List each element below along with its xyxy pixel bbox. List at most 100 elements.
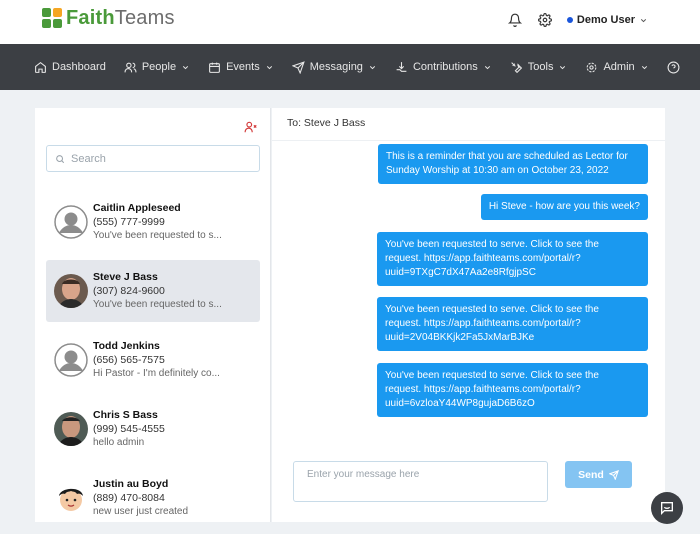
top-header: FaithTeams Demo User: [0, 0, 700, 44]
nav-label: Contributions: [412, 61, 478, 73]
send-label: Send: [578, 468, 604, 481]
search-box[interactable]: [46, 145, 260, 172]
faithteams-logo[interactable]: FaithTeams: [42, 6, 175, 30]
contact-preview: hello admin: [93, 437, 145, 448]
cartoon-avatar: [54, 481, 88, 515]
chevron-down-icon: [369, 65, 376, 69]
nav-admin[interactable]: Admin: [585, 61, 648, 74]
chat-widget-button[interactable]: [651, 492, 683, 524]
contact-name: Caitlin Appleseed: [93, 202, 181, 214]
nav-label: People: [141, 61, 177, 73]
message-line: Sunday Worship at 10:30 am on October 23…: [386, 165, 609, 176]
chevron-down-icon: [266, 65, 272, 69]
search-icon: [56, 154, 65, 163]
header-actions: Demo User: [507, 10, 648, 30]
help-circle-icon: [667, 61, 680, 73]
contact-phone: (307) 824-9600: [93, 285, 165, 297]
contact-info: Todd Jenkins (656) 565-7575 Hi Pastor - …: [93, 339, 253, 381]
send-button[interactable]: Send: [565, 461, 632, 488]
message-line: You've been requested to serve. Click to…: [385, 239, 599, 250]
message-line: uuid=2V04BKKjk2Fa5JxMarBJKe: [385, 332, 535, 343]
default-avatar: [54, 205, 88, 239]
message-line: request. https://app.faithteams.com/port…: [385, 253, 581, 264]
people-icon: [124, 62, 137, 72]
contact-info: Caitlin Appleseed (555) 777-9999 You've …: [93, 201, 253, 243]
contact-list-panel: Caitlin Appleseed (555) 777-9999 You've …: [35, 108, 271, 522]
nav-people[interactable]: People: [124, 61, 190, 74]
contact-phone: (656) 565-7575: [93, 354, 165, 366]
user-menu[interactable]: Demo User: [566, 14, 648, 26]
nav-label: Messaging: [309, 61, 363, 73]
chevron-down-icon: [641, 65, 647, 69]
contact-phone: (999) 545-4555: [93, 423, 165, 435]
home-icon: [35, 61, 46, 73]
default-avatar: [54, 343, 88, 377]
send-icon: [291, 60, 305, 74]
message-line: request. https://app.faithteams.com/port…: [385, 384, 581, 395]
chat-bubble-icon: [661, 502, 673, 515]
calendar-icon: [209, 62, 221, 73]
message-line: request. https://app.faithteams.com/port…: [385, 318, 581, 329]
nav-help[interactable]: [667, 61, 680, 74]
message-line: Hi Steve - how are you this week?: [488, 201, 640, 212]
conversation-panel: To: Steve J Bass This is a reminder that…: [272, 108, 665, 522]
nav-tools[interactable]: Tools: [510, 61, 568, 74]
chevron-down-icon: [640, 18, 647, 22]
nav-messaging[interactable]: Messaging: [291, 60, 377, 74]
message-line: This is a reminder that you are schedule…: [386, 151, 628, 162]
contact-item[interactable]: Justin au Boyd (889) 470-8084 new user j…: [46, 467, 260, 529]
nav-events[interactable]: Events: [208, 61, 274, 74]
contact-name: Justin au Boyd: [93, 478, 169, 490]
paper-plane-icon: [608, 469, 619, 480]
message-bubble: You've been requested to serve. Click to…: [377, 297, 648, 351]
remove-user-icon[interactable]: [244, 120, 258, 139]
nav-dashboard[interactable]: Dashboard: [34, 61, 106, 74]
gear-icon: [587, 62, 597, 72]
contact-name: Todd Jenkins: [93, 340, 160, 352]
contact-item[interactable]: Caitlin Appleseed (555) 777-9999 You've …: [46, 191, 260, 253]
photo-avatar: [54, 274, 88, 308]
chevron-down-icon: [560, 65, 566, 69]
nav-label: Tools: [527, 61, 554, 73]
main-nav: Dashboard People Events Messaging Contri…: [0, 44, 700, 90]
contact-phone: (889) 470-8084: [93, 492, 165, 504]
message-line: uuid=6vzloaY44WP8gujaD6B6zO: [385, 398, 535, 409]
contact-preview: new user just created: [93, 506, 189, 517]
bell-icon[interactable]: [507, 12, 523, 28]
contact-phone: (555) 777-9999: [93, 216, 165, 228]
contact-info: Justin au Boyd (889) 470-8084 new user j…: [93, 477, 253, 519]
nav-label: Admin: [603, 61, 635, 73]
divider: [272, 140, 665, 141]
chevron-down-icon: [484, 65, 490, 69]
message-bubble: Hi Steve - how are you this week?: [480, 194, 648, 220]
recipient-label: To: Steve J Bass: [287, 117, 366, 129]
message-bubble: You've been requested to serve. Click to…: [377, 232, 648, 286]
hand-coins-icon: [396, 61, 407, 72]
chevron-down-icon: [183, 65, 189, 69]
nav-label: Events: [226, 61, 260, 73]
contact-preview: You've been requested to s...: [93, 299, 222, 310]
nav-contributions[interactable]: Contributions: [395, 61, 492, 74]
contact-item[interactable]: Todd Jenkins (656) 565-7575 Hi Pastor - …: [46, 329, 260, 391]
user-name: Demo User: [576, 14, 635, 26]
contact-info: Steve J Bass (307) 824-9600 You've been …: [93, 270, 253, 312]
message-input[interactable]: [293, 461, 548, 502]
nav-label: Dashboard: [52, 61, 106, 73]
contact-name: Steve J Bass: [93, 271, 158, 283]
tools-icon: [511, 61, 522, 73]
message-line: uuid=9TXgC7dX47Aa2e8RfgjpSC: [385, 267, 536, 278]
message-bubble: This is a reminder that you are schedule…: [378, 144, 648, 184]
message-line: You've been requested to serve. Click to…: [385, 370, 599, 381]
logo-mark-icon: [42, 8, 62, 28]
contact-item-active[interactable]: Steve J Bass (307) 824-9600 You've been …: [46, 260, 260, 322]
contact-preview: Hi Pastor - I'm definitely co...: [93, 368, 220, 379]
online-status-dot: [566, 17, 573, 23]
contact-name: Chris S Bass: [93, 409, 158, 421]
contact-preview: You've been requested to s...: [93, 230, 222, 241]
contact-info: Chris S Bass (999) 545-4555 hello admin: [93, 408, 253, 450]
photo-avatar: [54, 412, 88, 446]
search-input[interactable]: [71, 152, 241, 165]
contact-item[interactable]: Chris S Bass (999) 545-4555 hello admin: [46, 398, 260, 460]
settings-gear-icon[interactable]: [537, 12, 553, 28]
message-bubble: You've been requested to serve. Click to…: [377, 363, 648, 417]
